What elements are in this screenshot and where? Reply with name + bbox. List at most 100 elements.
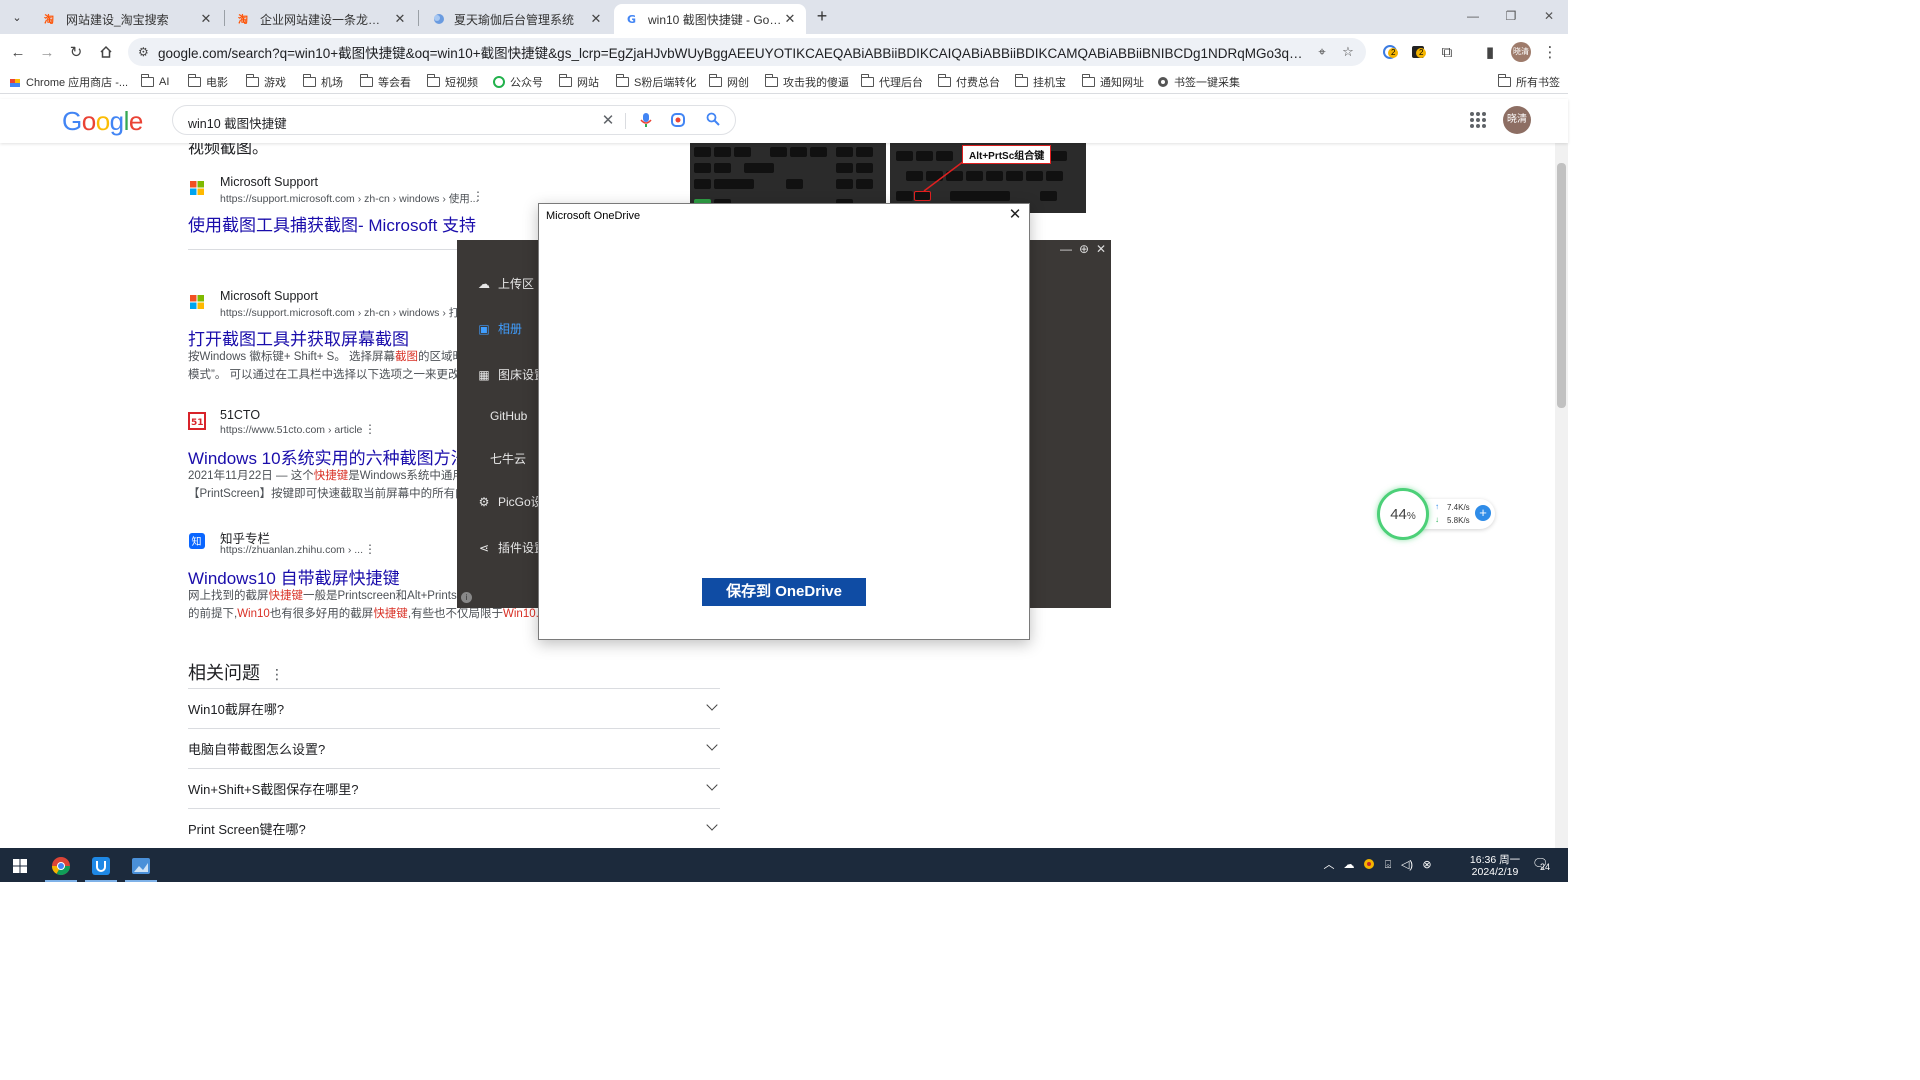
- svg-text:知: 知: [192, 535, 202, 548]
- faq-item[interactable]: Win+Shift+S截图保存在哪里?: [188, 768, 720, 808]
- tab-google-search[interactable]: G win10 截图快捷键 - Google 搜 ✕: [614, 4, 806, 34]
- result-url: https://zhuanlan.zhihu.com › ...: [220, 544, 363, 556]
- bookmark-folder[interactable]: 短视频: [426, 74, 478, 90]
- more-options-icon[interactable]: ⋮: [364, 542, 376, 556]
- microsoft-icon: [190, 295, 204, 309]
- picgo-taskbar-icon[interactable]: [81, 850, 121, 882]
- bookmark-label: 公众号: [510, 77, 543, 89]
- picgo-close-icon[interactable]: ✕: [1094, 242, 1108, 256]
- network-icon[interactable]: ⌺: [1381, 858, 1395, 872]
- picgo-menu-github[interactable]: GitHub: [490, 409, 527, 423]
- all-bookmarks-folder[interactable]: 所有书签: [1497, 74, 1560, 90]
- browser-menu-icon[interactable]: ⋮: [1539, 41, 1561, 63]
- microphone-icon[interactable]: [637, 112, 655, 130]
- tab-search-button[interactable]: ⌄: [6, 6, 28, 28]
- bookmark-folder[interactable]: 攻击我的傻逼: [764, 74, 849, 90]
- scroll-thumb[interactable]: [1557, 163, 1566, 408]
- result-title-link[interactable]: Windows 10系统实用的六种截图方法: [188, 444, 468, 469]
- picgo-menu-album[interactable]: ▣ 相册: [477, 320, 522, 337]
- page-scrollbar[interactable]: [1555, 143, 1568, 848]
- bookmark-wechat[interactable]: 公众号: [493, 74, 543, 90]
- search-box[interactable]: win10 截图快捷键 ✕: [172, 105, 736, 135]
- bookmark-folder[interactable]: 代理后台: [860, 74, 923, 90]
- more-options-icon[interactable]: ⋮: [270, 666, 284, 682]
- tab-taobao-search[interactable]: 淘 网站建设_淘宝搜索 ✕: [32, 4, 222, 34]
- tray-app-icon[interactable]: [1362, 858, 1376, 872]
- faq-item[interactable]: 电脑自带截图怎么设置?: [188, 728, 720, 768]
- memory-usage-ring[interactable]: 44%: [1377, 488, 1429, 540]
- side-panel-icon[interactable]: ▮: [1479, 41, 1501, 63]
- google-account-avatar[interactable]: 晓清: [1503, 106, 1531, 134]
- restore-icon[interactable]: ❐: [1496, 6, 1526, 26]
- picgo-minimize-icon[interactable]: —: [1059, 242, 1073, 256]
- windows-start-icon[interactable]: [0, 850, 40, 882]
- site-info-icon[interactable]: ⚙: [138, 45, 152, 59]
- photos-taskbar-icon[interactable]: [121, 850, 161, 882]
- extensions-puzzle-icon[interactable]: ⧉: [1436, 41, 1458, 63]
- volume-icon[interactable]: ◁): [1400, 858, 1414, 872]
- bookmark-folder[interactable]: 网站: [558, 74, 599, 90]
- dialog-close-icon[interactable]: ✕: [1007, 207, 1023, 223]
- search-icon[interactable]: [704, 112, 722, 130]
- boost-plus-icon[interactable]: +: [1475, 505, 1491, 521]
- home-icon[interactable]: [95, 41, 117, 63]
- location-pin-icon[interactable]: ⌖: [1314, 44, 1330, 60]
- tab-close-icon[interactable]: ✕: [588, 11, 604, 27]
- address-bar[interactable]: ⚙ google.com/search?q=win10+截图快捷键&oq=win…: [128, 38, 1366, 66]
- save-to-onedrive-button[interactable]: 保存到 OneDrive: [702, 578, 866, 606]
- window-close-icon[interactable]: ✕: [1534, 6, 1564, 26]
- bookmark-star-icon[interactable]: ☆: [1340, 44, 1356, 60]
- back-arrow-icon[interactable]: ←: [7, 41, 29, 63]
- google-apps-icon[interactable]: [1470, 112, 1486, 128]
- forward-arrow-icon[interactable]: →: [36, 41, 58, 63]
- bookmark-folder[interactable]: 电影: [187, 74, 228, 90]
- clear-search-icon[interactable]: ✕: [599, 112, 617, 130]
- new-tab-button[interactable]: +: [812, 6, 832, 26]
- picgo-menu-picgo-settings[interactable]: ⚙ PicGo设: [477, 493, 543, 510]
- result-title-link[interactable]: 打开截图工具并获取屏幕截图: [188, 325, 409, 350]
- more-options-icon[interactable]: ⋮: [364, 422, 376, 436]
- bookmark-folder[interactable]: S粉后端转化: [615, 74, 696, 90]
- clock-date[interactable]: 2024/2/19: [1462, 866, 1528, 878]
- bookmark-folder[interactable]: 付费总台: [937, 74, 1000, 90]
- tab-strip: ⌄ 淘 网站建设_淘宝搜索 ✕ 淘 企业网站建设一条龙全包定制开 ✕ 夏天瑜伽后…: [0, 0, 1568, 34]
- bookmark-folder[interactable]: 挂机宝: [1014, 74, 1066, 90]
- info-icon[interactable]: i: [461, 592, 472, 603]
- picgo-menu-qiniu[interactable]: 七牛云: [490, 450, 526, 467]
- google-logo[interactable]: Google: [62, 106, 143, 137]
- bookmark-folder[interactable]: 等会看: [359, 74, 411, 90]
- faq-item[interactable]: Print Screen键在哪?: [188, 808, 720, 848]
- picgo-menu-plugins[interactable]: ⋖ 插件设置: [477, 539, 546, 556]
- tab-yoga-admin[interactable]: 夏天瑜伽后台管理系统 ✕: [420, 4, 612, 34]
- bookmark-folder[interactable]: 机场: [302, 74, 343, 90]
- bookmark-folder[interactable]: 通知网址: [1081, 74, 1144, 90]
- bookmark-folder[interactable]: 网创: [708, 74, 749, 90]
- onedrive-cloud-icon[interactable]: ☁: [1342, 858, 1356, 872]
- tab-enterprise-site[interactable]: 淘 企业网站建设一条龙全包定制开 ✕: [226, 4, 416, 34]
- search-input[interactable]: win10 截图快捷键: [188, 113, 287, 132]
- tab-close-icon[interactable]: ✕: [392, 11, 408, 27]
- tray-close-circle-icon[interactable]: ⊗: [1420, 858, 1434, 872]
- bookmark-collect[interactable]: 书签一键采集: [1157, 74, 1240, 90]
- network-speed-widget[interactable]: ↑ 7.4K/s ↓ 5.8K/s 44% +: [1377, 488, 1497, 540]
- picgo-menu-upload[interactable]: ☁ 上传区: [477, 275, 534, 292]
- more-options-icon[interactable]: ⋮: [472, 189, 484, 203]
- clock-time[interactable]: 16:36 周一: [1462, 852, 1528, 867]
- result-title-link[interactable]: 使用截图工具捕获截图- Microsoft 支持: [188, 211, 476, 236]
- minimize-icon[interactable]: —: [1458, 6, 1488, 26]
- tab-close-icon[interactable]: ✕: [198, 11, 214, 27]
- picgo-menu-host-settings[interactable]: ▦ 图床设置: [477, 366, 546, 383]
- bookmark-folder[interactable]: 游戏: [245, 74, 286, 90]
- cloud-upload-icon: ☁: [478, 276, 490, 291]
- tab-close-icon[interactable]: ✕: [782, 11, 798, 27]
- picgo-pin-icon[interactable]: ⊕: [1077, 242, 1091, 256]
- faq-item[interactable]: Win10截屏在哪?: [188, 688, 720, 728]
- lens-camera-icon[interactable]: [669, 112, 687, 130]
- chevron-up-icon[interactable]: ︿: [1322, 858, 1336, 872]
- result-title-link[interactable]: Windows10 自带截屏快捷键: [188, 564, 400, 589]
- chrome-taskbar-icon[interactable]: [41, 850, 81, 882]
- bookmark-folder[interactable]: AI: [140, 74, 169, 90]
- bookmark-chrome-store[interactable]: Chrome 应用商店 -...: [9, 74, 128, 90]
- reload-icon[interactable]: ↻: [65, 41, 87, 63]
- profile-avatar[interactable]: 晓清: [1511, 42, 1531, 62]
